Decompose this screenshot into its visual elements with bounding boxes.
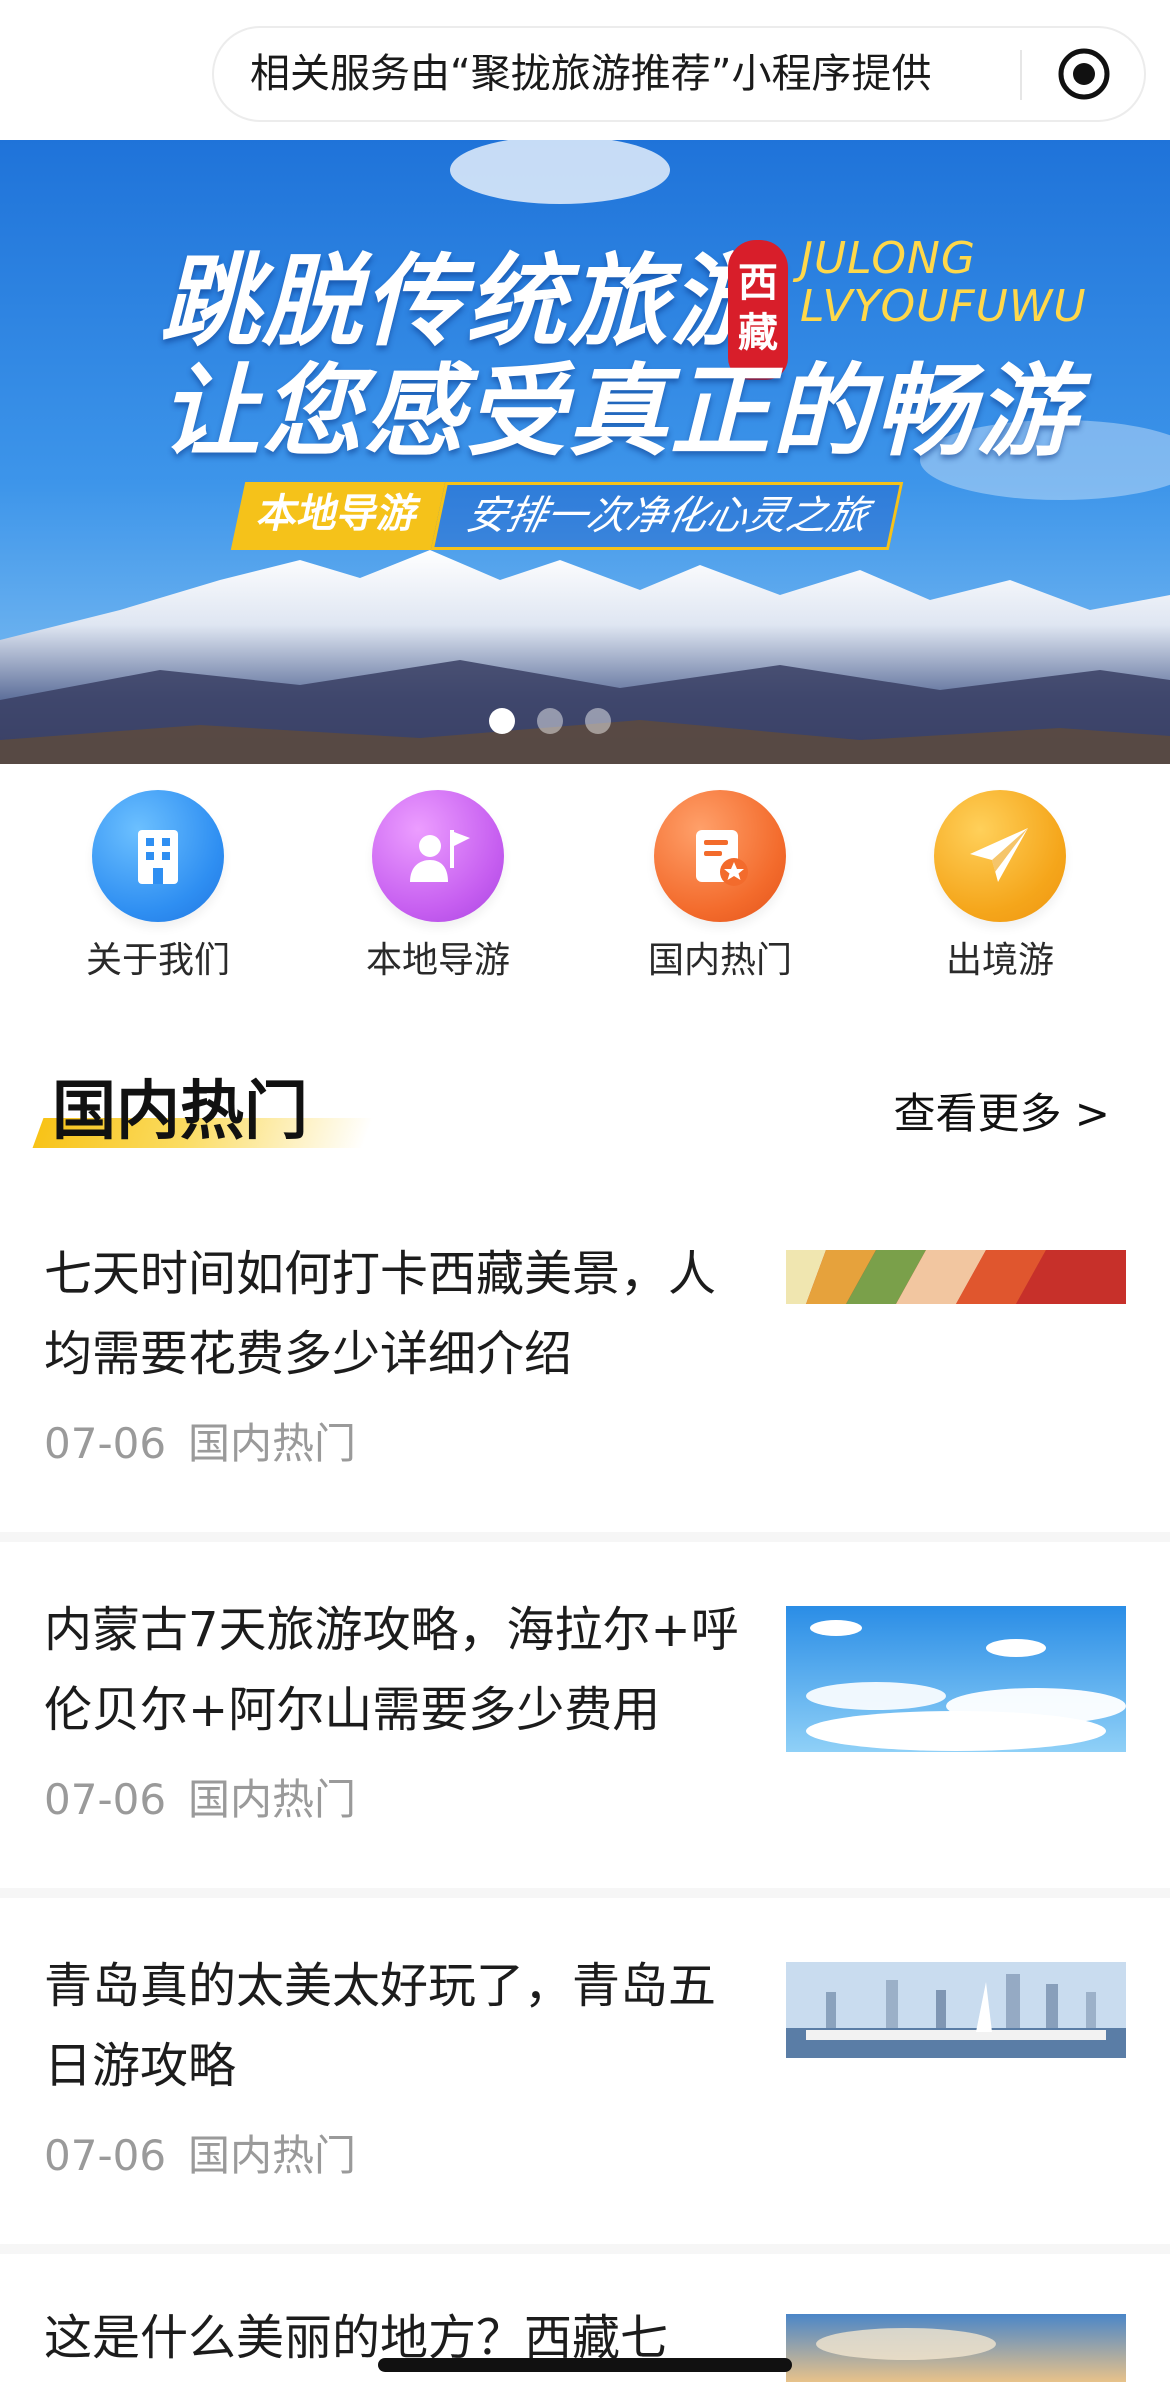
carousel-dot[interactable]	[585, 708, 611, 734]
article-category: 国内热门	[188, 2131, 357, 2180]
service-notice-capsule[interactable]: 相关服务由“聚拢旅游推荐”小程序提供	[212, 26, 1146, 122]
article-date: 07-06	[44, 2131, 167, 2180]
nav-item-local-guide[interactable]: 本地导游	[318, 790, 558, 986]
banner-tag-local-guide: 本地导游	[230, 482, 446, 550]
article-date: 07-06	[44, 1419, 167, 1468]
nav-item-about-us[interactable]: 关于我们	[38, 790, 278, 986]
list-separator	[0, 1888, 1170, 1898]
article-item[interactable]: 内蒙古7天旅游攻略，海拉尔+呼伦贝尔+阿尔山需要多少费用 07-06 国内热门	[0, 1542, 1170, 1898]
nav-label: 国内热门	[647, 940, 792, 981]
nav-label: 出境游	[945, 940, 1054, 981]
list-star-icon	[654, 790, 786, 922]
banner-english-line-1: JULONG	[800, 233, 976, 284]
article-title: 青岛真的太美太好玩了，青岛五日游攻略	[44, 1958, 717, 2094]
article-thumbnail	[786, 1962, 1126, 2058]
banner-carousel[interactable]: 跳脱传统旅游 西藏 JULONG LVYOUFUWU 让您感受真正的畅游 本地导…	[0, 140, 1170, 764]
building-icon	[92, 790, 224, 922]
carousel-dot[interactable]	[537, 708, 563, 734]
carousel-dot-active[interactable]	[489, 708, 515, 734]
article-category: 国内热门	[188, 1419, 357, 1468]
article-thumbnail	[786, 1250, 1126, 1304]
nav-label: 关于我们	[85, 940, 230, 981]
banner-english-line-2: LVYOUFUWU	[800, 281, 1087, 332]
list-separator	[0, 1532, 1170, 1542]
view-more-link[interactable]: 查看更多 >	[893, 1080, 1110, 1141]
top-bar: 相关服务由“聚拢旅游推荐”小程序提供	[0, 0, 1170, 140]
nav-label: 本地导游	[365, 940, 510, 981]
nav-item-outbound[interactable]: 出境游	[880, 790, 1120, 986]
article-meta: 07-06 国内热门	[44, 1410, 356, 1471]
home-indicator	[378, 2358, 792, 2372]
article-title: 内蒙古7天旅游攻略，海拉尔+呼伦贝尔+阿尔山需要多少费用	[44, 1602, 739, 1738]
article-title: 七天时间如何打卡西藏美景，人均需要花费多少详细介绍	[44, 1246, 717, 1382]
category-nav: 关于我们 本地导游 国内热门 出境游	[0, 790, 1170, 1000]
capsule-divider	[1020, 50, 1022, 100]
article-meta: 07-06 国内热门	[44, 1766, 356, 1827]
article-meta: 07-06 国内热门	[44, 2122, 356, 2183]
guide-flag-icon	[372, 790, 504, 922]
carousel-dots	[0, 708, 1170, 734]
nav-item-domestic-hot[interactable]: 国内热门	[600, 790, 840, 986]
article-item[interactable]: 青岛真的太美太好玩了，青岛五日游攻略 07-06 国内热门	[0, 1898, 1170, 2254]
article-category: 国内热门	[188, 1775, 357, 1824]
article-date: 07-06	[44, 1775, 167, 1824]
paper-plane-icon	[934, 790, 1066, 922]
banner-tag: 本地导游 安排一次净化心灵之旅	[230, 482, 904, 550]
banner-english-text: JULONG LVYOUFUWU	[800, 235, 1087, 331]
service-notice-text: 相关服务由“聚拢旅游推荐”小程序提供	[250, 51, 932, 97]
article-item[interactable]: 七天时间如何打卡西藏美景，人均需要花费多少详细介绍 07-06 国内热门	[0, 1186, 1170, 1542]
article-thumbnail	[786, 1606, 1126, 1752]
target-circle-icon[interactable]	[1056, 46, 1112, 102]
article-thumbnail	[786, 2314, 1126, 2382]
section-title: 国内热门	[52, 1075, 308, 1149]
banner-headline-2: 让您感受真正的畅游	[160, 353, 1078, 470]
banner-tag-slogan: 安排一次净化心灵之旅	[430, 482, 904, 550]
list-separator	[0, 2244, 1170, 2254]
